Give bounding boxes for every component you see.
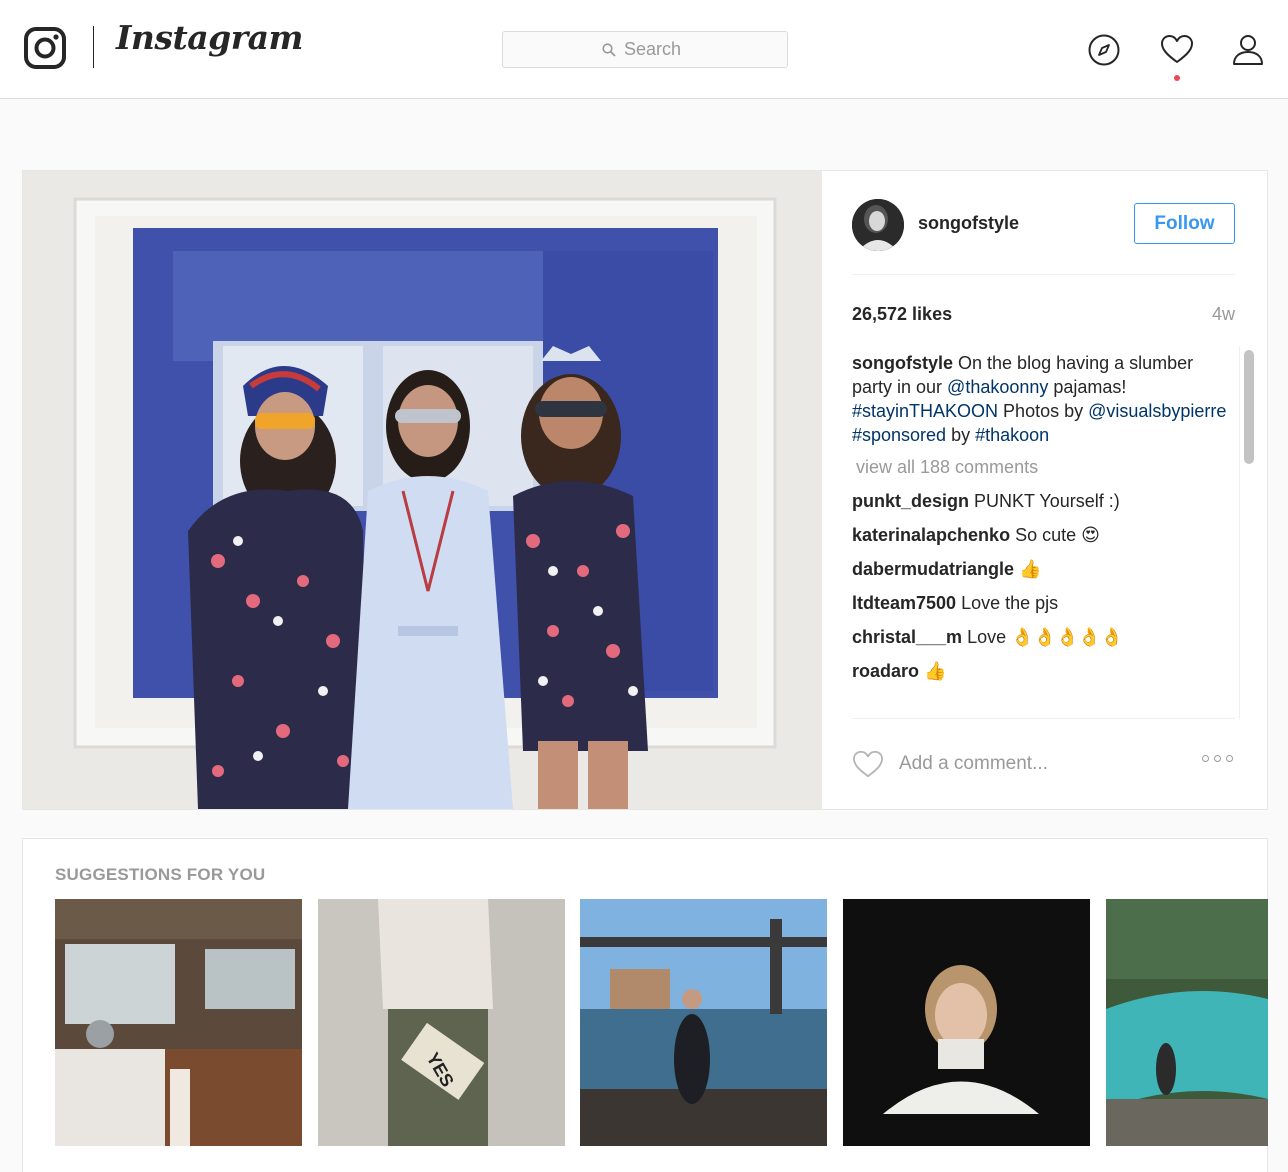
search-input[interactable] (624, 39, 688, 60)
logo-divider (93, 26, 94, 68)
comment: punkt_design PUNKT Yourself :) (852, 489, 1235, 514)
post-time[interactable]: 4w (1212, 304, 1235, 325)
post-header: songofstyle Follow (852, 195, 1235, 275)
caption-text: by (946, 425, 976, 445)
comment: roadaro 👍 (852, 659, 1235, 684)
post-photo-illustration (23, 171, 822, 809)
caption-text: pajamas! (1048, 377, 1127, 397)
comment-emoji: 👌👌👌👌👌 (1011, 627, 1124, 648)
instagram-logo-icon[interactable] (24, 27, 66, 69)
post-sidebar: songofstyle Follow 26,572 likes 4w songo… (822, 171, 1267, 809)
instagram-wordmark[interactable]: Instagram (116, 18, 303, 57)
post-username[interactable]: songofstyle (918, 213, 1019, 234)
suggestion-tile-turquoise-river[interactable] (1106, 899, 1268, 1146)
post-photo[interactable] (23, 171, 822, 809)
mention-link[interactable]: @visualsbypierre (1088, 401, 1226, 421)
comments-area: songofstyle On the blog having a slumber… (852, 351, 1235, 719)
scrollbar-thumb[interactable] (1244, 350, 1254, 464)
comment-emoji: 😍 (1081, 525, 1100, 546)
follow-button[interactable]: Follow (1134, 203, 1235, 244)
comment-text: Love the pjs (956, 593, 1059, 613)
comment-username[interactable]: roadaro (852, 661, 919, 681)
caption-text: Photos by (998, 401, 1089, 421)
post-caption: songofstyle On the blog having a slumber… (852, 351, 1235, 447)
more-dot-icon (1214, 755, 1221, 762)
comment-username[interactable]: punkt_design (852, 491, 969, 511)
add-comment-input[interactable] (899, 749, 1179, 779)
avatar[interactable] (852, 199, 904, 251)
comment: dabermudatriangle 👍 (852, 557, 1235, 582)
comment-text: So cute (1010, 525, 1082, 545)
comment-emoji: 👍 (1019, 559, 1042, 580)
view-all-comments-link[interactable]: view all 188 comments (856, 455, 1235, 479)
hashtag-link[interactable]: #thakoon (975, 425, 1049, 445)
comment-text: PUNKT Yourself :) (969, 491, 1120, 511)
suggestion-tile-bridge-river[interactable] (580, 899, 827, 1146)
suggestion-tile-camper-kitchen[interactable] (55, 899, 302, 1146)
comment-text: Love (962, 627, 1012, 647)
search-icon (602, 42, 616, 57)
comment-username[interactable]: christal___m (852, 627, 962, 647)
comment-username[interactable]: ltdteam7500 (852, 593, 956, 613)
hashtag-link[interactable]: #sponsored (852, 425, 946, 445)
search-box[interactable] (502, 31, 788, 68)
suggestion-tile-white-sweater-portrait[interactable] (843, 899, 1090, 1146)
suggestions-title: SUGGESTIONS FOR YOU (55, 865, 266, 884)
more-dot-icon (1202, 755, 1209, 762)
comment-emoji: 👍 (924, 661, 947, 682)
add-comment-row (852, 718, 1235, 810)
top-nav-bar: Instagram (0, 0, 1288, 99)
comment: katerinalapchenko So cute 😍 (852, 523, 1235, 548)
comment: ltdteam7500 Love the pjs (852, 591, 1235, 616)
compass-icon[interactable] (1087, 33, 1121, 67)
more-dot-icon (1226, 755, 1233, 762)
suggestions-panel: SUGGESTIONS FOR YOU YES (22, 838, 1268, 1172)
notification-dot (1174, 75, 1180, 81)
person-icon[interactable] (1231, 33, 1265, 67)
mention-link[interactable]: @thakoonny (947, 377, 1048, 397)
comment-username[interactable]: katerinalapchenko (852, 525, 1010, 545)
caption-username[interactable]: songofstyle (852, 353, 953, 373)
suggestion-tile-yes-pouch[interactable]: YES (318, 899, 565, 1146)
likes-count[interactable]: 26,572 likes (852, 304, 952, 325)
more-options-button[interactable] (1202, 755, 1233, 762)
comments-scrollbar[interactable] (1239, 346, 1257, 719)
like-heart-icon[interactable] (852, 749, 884, 779)
comment: christal___m Love 👌👌👌👌👌 (852, 625, 1235, 650)
heart-icon[interactable] (1160, 33, 1194, 67)
hashtag-link[interactable]: #stayinTHAKOON (852, 401, 998, 421)
comment-username[interactable]: dabermudatriangle (852, 559, 1014, 579)
post-card: songofstyle Follow 26,572 likes 4w songo… (22, 170, 1268, 810)
